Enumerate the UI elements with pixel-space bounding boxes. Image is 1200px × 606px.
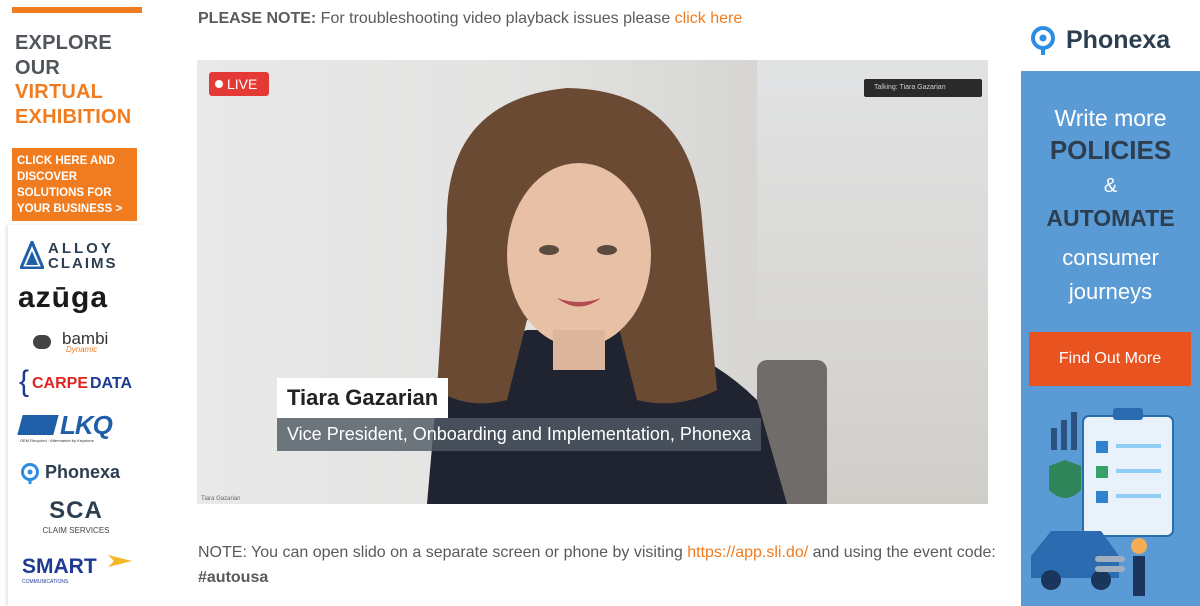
sca-text: SCA	[49, 497, 103, 524]
phonexa-brand-text: Phonexa	[1066, 26, 1171, 54]
bambi-logo[interactable]: bambi Dynamic	[8, 327, 144, 357]
cta-line: DISCOVER	[17, 171, 78, 183]
lkq-sub-text: OEM Recycled · Aftermarket by Keystone	[20, 438, 94, 443]
talking-indicator: Talking: Tiara Gazarian	[864, 79, 982, 97]
sca-logo[interactable]: SCA CLAIM SERVICES	[8, 497, 144, 541]
speaker-eye-right	[597, 245, 617, 255]
bambi-sub-text: Dynamic	[66, 345, 98, 354]
live-badge: LIVE	[209, 72, 269, 96]
ad-line-5a: consumer	[1062, 245, 1159, 270]
carpe-brace: {	[19, 365, 30, 398]
phonexa-small-text: Phonexa	[45, 462, 121, 482]
ad-line-5b: journeys	[1068, 279, 1153, 304]
troubleshooting-link[interactable]: click here	[675, 10, 743, 27]
video-player[interactable]: LIVE Talking: Tiara Gazarian Tiara Gazar…	[197, 60, 988, 504]
ad-line-4: AUTOMATE	[1046, 205, 1175, 231]
cta-line: SOLUTIONS FOR	[17, 187, 112, 199]
ad-illustration-icon	[1031, 408, 1174, 596]
alloy-claims-logo[interactable]: ALLOY CLAIMS	[8, 239, 144, 273]
speaker-neck	[553, 330, 605, 370]
live-label: LIVE	[227, 76, 258, 92]
explore-line-2: OUR	[15, 56, 61, 79]
page: EXPLORE OUR VIRTUAL EXHIBITION CLICK HER…	[0, 0, 1200, 606]
troubleshooting-note: PLEASE NOTE: For troubleshooting video p…	[198, 10, 742, 28]
find-out-more-button[interactable]: Find Out More	[1029, 332, 1191, 386]
sca-sub-text: CLAIM SERVICES	[42, 526, 110, 535]
left-sidebar: EXPLORE OUR VIRTUAL EXHIBITION CLICK HER…	[8, 0, 144, 606]
lkq-globe-icon	[17, 415, 59, 435]
discover-solutions-button[interactable]: CLICK HERE AND DISCOVER SOLUTIONS FOR YO…	[12, 148, 137, 221]
exhibitor-logo-list: ALLOY CLAIMS azūga bambi Dynamic { CARPE…	[8, 225, 144, 606]
live-dot-icon	[215, 80, 223, 88]
sidebar-accent-bar	[12, 7, 142, 13]
explore-line-3: VIRTUAL	[15, 81, 104, 103]
slido-note: NOTE: You can open slido on a separate s…	[198, 540, 998, 590]
note-label: PLEASE NOTE:	[198, 10, 317, 27]
data-text: DATA	[90, 375, 133, 392]
speaker-name: Tiara Gazarian	[277, 378, 449, 418]
speaker-title: Vice President, Onboarding and Implement…	[277, 418, 761, 451]
explore-line-1: EXPLORE	[15, 32, 112, 54]
azuga-logo[interactable]: azūga	[8, 281, 144, 317]
event-code: #autousa	[198, 569, 269, 586]
phonexa-pin-icon	[1031, 26, 1055, 55]
ad-line-2: POLICIES	[1049, 135, 1172, 165]
carpe-data-logo[interactable]: { CARPE DATA	[8, 365, 144, 401]
carpe-text: CARPE	[32, 375, 89, 392]
explore-line-4: EXHIBITION	[15, 105, 132, 128]
lkq-logo[interactable]: LKQ OEM Recycled · Aftermarket by Keysto…	[8, 410, 144, 449]
video-participant-label: Tiara Gazarian	[201, 496, 241, 502]
explore-heading[interactable]: EXPLORE OUR VIRTUAL EXHIBITION	[15, 31, 131, 129]
claims-text: CLAIMS	[48, 255, 118, 272]
ad-line-1: Write more	[1054, 105, 1167, 131]
azuga-text: azūga	[18, 281, 109, 314]
cta-line: YOUR BUSINESS >	[17, 203, 123, 215]
bambi-robot-icon	[33, 335, 51, 349]
cta-line: CLICK HERE AND	[17, 155, 115, 167]
phonexa-small-logo[interactable]: Phonexa	[8, 461, 144, 487]
smart-text: SMART	[22, 555, 97, 578]
slido-note-text: NOTE: You can open slido on a separate s…	[198, 544, 688, 561]
phonexa-ad-banner[interactable]: Write more POLICIES & AUTOMATE consumer …	[1021, 71, 1200, 606]
smart-sub-text: COMMUNICATIONS	[22, 579, 69, 585]
ad-line-3: &	[1103, 175, 1118, 197]
smart-arrow-icon	[108, 555, 132, 567]
slido-link[interactable]: https://app.sli.do/	[687, 544, 808, 561]
note-text: For troubleshooting video playback issue…	[316, 10, 675, 27]
speaker-face	[507, 163, 651, 347]
phonexa-pin-icon	[21, 463, 39, 484]
slido-note-text-2: and using the event code:	[808, 544, 996, 561]
lkq-text: LKQ	[60, 410, 113, 440]
speaker-eye-left	[539, 245, 559, 255]
alloy-triangle-icon	[20, 241, 44, 269]
ad-line-5: consumer journeys	[1021, 241, 1200, 309]
smart-communications-logo[interactable]: SMART COMMUNICATIONS	[8, 551, 144, 591]
